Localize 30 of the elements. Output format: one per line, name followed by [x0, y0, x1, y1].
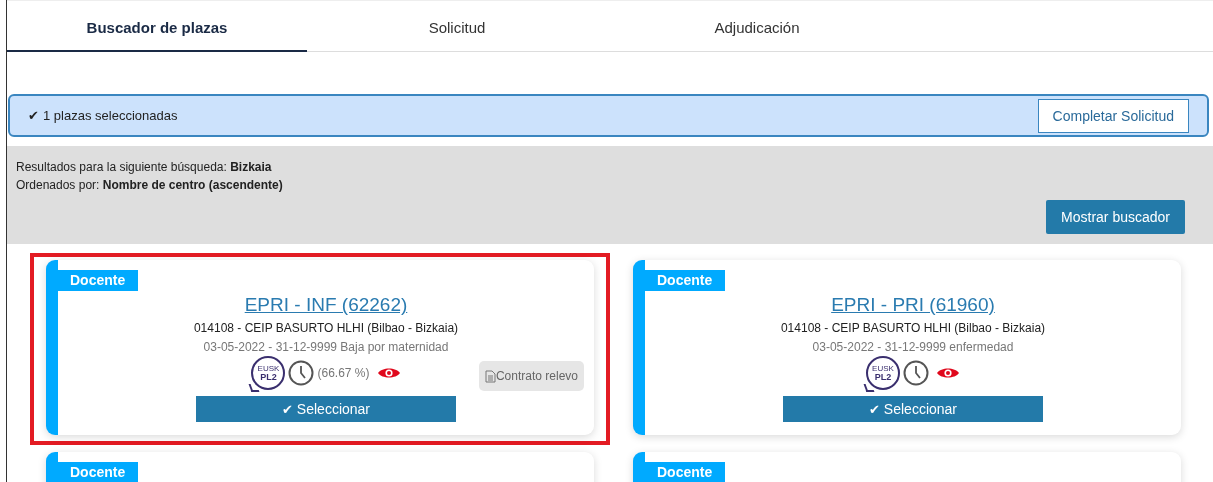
eye-icon[interactable] [376, 366, 401, 380]
category-tag: Docente [645, 270, 726, 291]
complete-request-button[interactable]: Completar Solicitud [1037, 98, 1189, 133]
select-button[interactable]: ✔ Seleccionar [783, 396, 1043, 422]
school-name: 014108 - CEIP BASURTO HLHI (Bilbao - Bizkaia) [193, 321, 459, 335]
tab[interactable]: Solicitud [307, 1, 607, 52]
select-button[interactable]: ✔ Seleccionar [196, 396, 456, 422]
selection-count: 1 plazas seleccionadas [43, 108, 178, 123]
language-badge-icon: EUSK PL2 [866, 356, 900, 390]
category-tag: Docente [645, 462, 726, 482]
category-tag: Docente [58, 270, 139, 291]
document-icon [484, 369, 496, 383]
school-name: 014108 - CEIP BASURTO HLHI (Bilbao - Bizkaia) [780, 321, 1046, 335]
tab[interactable]: Adjudicación [607, 1, 907, 52]
percentage: (66.67 %) [317, 366, 370, 380]
date-range: 03-05-2022 - 31-12-9999 Baja por maternidad [203, 340, 449, 354]
clock-icon [903, 360, 929, 386]
check-icon: ✔ [28, 108, 39, 123]
eye-icon[interactable] [936, 366, 960, 380]
date-range: 03-05-2022 - 31-12-9999 enfermedad [812, 340, 1014, 354]
tab[interactable]: Buscador de plazas [7, 1, 307, 52]
position-link[interactable]: EPRI - PRI (61960) [831, 294, 995, 316]
position-link[interactable]: EPRI - INF (62262) [244, 294, 408, 316]
show-search-button[interactable]: Mostrar buscador [1046, 200, 1185, 234]
clock-icon [288, 360, 315, 386]
results-info-text: Resultados para la siguiente búsqueda: Bizkaia [16, 159, 273, 176]
contract-type-label: Contrato relevo [495, 369, 578, 383]
language-badge-icon: EUSK PL2 [251, 356, 286, 390]
category-tag: Docente [58, 462, 139, 482]
results-info-text: Ordenados por: Nombre de centro (ascendente) [16, 177, 284, 194]
